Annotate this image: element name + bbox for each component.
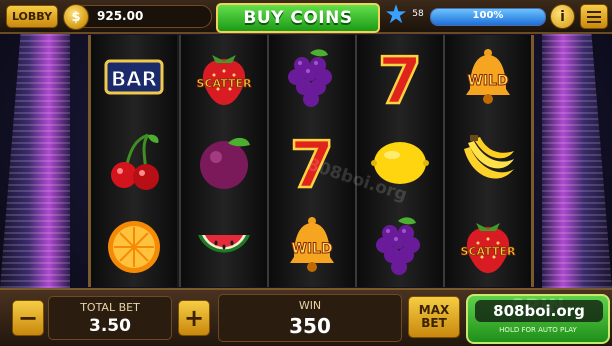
max-bet-button[interactable]: MAX BET bbox=[408, 296, 460, 338]
coin-balance: 925.00 bbox=[97, 9, 144, 23]
slot-symbol-cherry bbox=[91, 119, 177, 203]
svg-text:SCATTER: SCATTER bbox=[197, 77, 252, 90]
svg-text:WILD: WILD bbox=[291, 241, 332, 257]
buy-coins-button[interactable]: BUY COINS bbox=[216, 3, 380, 33]
win-panel: WIN 350 bbox=[218, 294, 402, 342]
slot-symbol-plum bbox=[181, 119, 267, 203]
slot-symbol-banana bbox=[445, 119, 531, 203]
reel-5: WILD SCATTER bbox=[443, 35, 531, 287]
menu-icon bbox=[587, 10, 601, 13]
info-button[interactable]: i bbox=[550, 4, 575, 29]
slot-symbol-grapes bbox=[269, 35, 355, 119]
left-light-column bbox=[0, 28, 70, 288]
level-star-icon: ★ bbox=[384, 0, 408, 30]
svg-text:SCATTER: SCATTER bbox=[461, 245, 516, 258]
decrease-bet-button[interactable]: − bbox=[12, 300, 44, 336]
lobby-button[interactable]: LOBBY bbox=[6, 5, 58, 28]
coin-icon: $ bbox=[63, 4, 89, 30]
reel-2: SCATTER bbox=[179, 35, 267, 287]
spin-hint: HOLD FOR AUTO PLAY bbox=[499, 326, 577, 334]
win-value: 350 bbox=[289, 314, 331, 338]
menu-button[interactable] bbox=[580, 4, 608, 29]
reel-1: BAR bbox=[91, 35, 177, 287]
total-bet-label: TOTAL BET bbox=[80, 301, 140, 314]
slot-symbol-watermelon bbox=[181, 203, 267, 287]
top-bar: LOBBY $ 925.00 BUY COINS ★ 58 100% i bbox=[0, 0, 612, 34]
increase-bet-button[interactable]: + bbox=[178, 300, 210, 336]
slot-symbol-bar: BAR bbox=[91, 35, 177, 119]
win-label: WIN bbox=[298, 299, 322, 312]
coin-balance-panel: $ 925.00 bbox=[63, 4, 212, 30]
reel-4: 7 bbox=[355, 35, 443, 287]
watermark-logo: 808boi.org bbox=[475, 300, 603, 322]
xp-progress-bar: 100% bbox=[430, 8, 546, 26]
slot-symbol-seven: 7 bbox=[357, 35, 443, 119]
slot-symbol-wild-bell: WILD bbox=[269, 203, 355, 287]
svg-text:WILD: WILD bbox=[467, 73, 508, 89]
slot-symbol-scatter-strawberry: SCATTER bbox=[445, 203, 531, 287]
total-bet-panel: TOTAL BET 3.50 bbox=[48, 296, 172, 340]
slot-symbol-orange bbox=[91, 203, 177, 287]
svg-text:BAR: BAR bbox=[111, 67, 157, 91]
slot-symbol-wild-bell: WILD bbox=[445, 35, 531, 119]
slot-symbol-grapes bbox=[357, 203, 443, 287]
total-bet-value: 3.50 bbox=[89, 316, 131, 336]
xp-progress-label: 100% bbox=[472, 10, 504, 21]
player-level: 58 bbox=[412, 9, 424, 19]
right-light-column bbox=[542, 28, 612, 288]
svg-text:7: 7 bbox=[378, 45, 423, 109]
slot-symbol-scatter-strawberry: SCATTER bbox=[181, 35, 267, 119]
